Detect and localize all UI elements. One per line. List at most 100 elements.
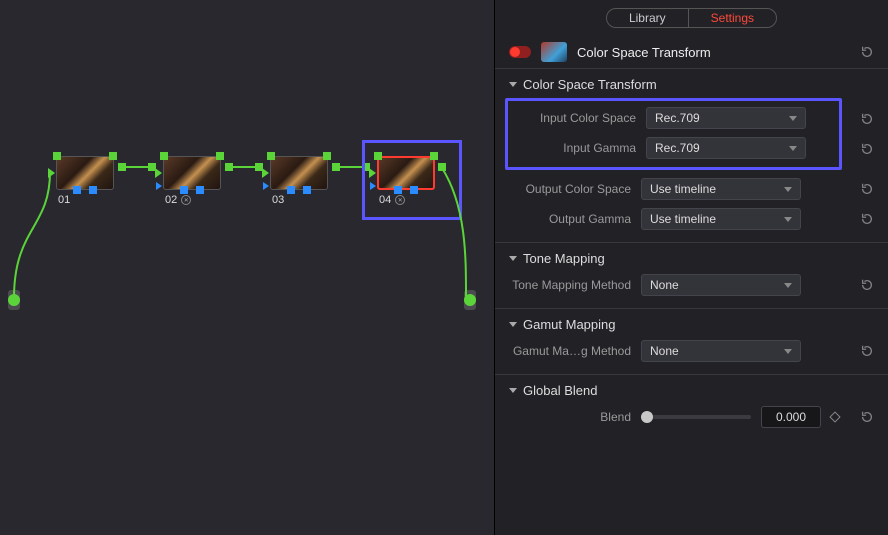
plugin-enable-toggle[interactable] xyxy=(509,46,531,58)
port-out[interactable] xyxy=(438,163,446,171)
blend-reset-icon[interactable] xyxy=(860,410,874,424)
chevron-down-icon xyxy=(509,82,517,87)
tri-port[interactable] xyxy=(156,182,162,190)
tri-port[interactable] xyxy=(155,168,162,178)
chevron-down-icon xyxy=(784,283,792,288)
blend-slider-knob[interactable] xyxy=(641,411,653,423)
input-cs-label: Input Color Space xyxy=(514,111,636,125)
output-cs-value: Use timeline xyxy=(650,182,716,196)
tone-method-value: None xyxy=(650,278,679,292)
tri-port[interactable] xyxy=(369,168,376,178)
plugin-name: Color Space Transform xyxy=(577,45,850,60)
node-03-thumb[interactable] xyxy=(270,156,328,190)
edge xyxy=(233,166,255,168)
section-tone-title: Tone Mapping xyxy=(523,251,605,266)
input-gamma-dropdown[interactable]: Rec.709 xyxy=(646,137,806,159)
chevron-down-icon xyxy=(789,146,797,151)
port[interactable] xyxy=(323,152,331,160)
port[interactable] xyxy=(73,186,81,194)
node-03-label: 03 xyxy=(272,194,284,206)
port[interactable] xyxy=(160,152,168,160)
port[interactable] xyxy=(267,152,275,160)
graph-input-port[interactable] xyxy=(8,294,20,306)
tab-settings[interactable]: Settings xyxy=(688,9,776,27)
node-02-label: 02 xyxy=(165,194,177,206)
section-cst-header[interactable]: Color Space Transform xyxy=(509,77,874,92)
port-out[interactable] xyxy=(225,163,233,171)
port[interactable] xyxy=(410,186,418,194)
node-04-label: 04 xyxy=(379,194,391,206)
section-blend-header[interactable]: Global Blend xyxy=(509,383,874,398)
node-01-thumb[interactable] xyxy=(56,156,114,190)
node-01-input-port[interactable] xyxy=(48,168,55,178)
node-04[interactable]: 04 ✕ xyxy=(377,156,439,206)
plugin-reset-icon[interactable] xyxy=(860,45,874,59)
blend-slider[interactable] xyxy=(641,415,751,419)
chevron-down-icon xyxy=(789,116,797,121)
port-out[interactable] xyxy=(118,163,126,171)
chevron-down-icon xyxy=(509,322,517,327)
blend-keyframe-icon[interactable] xyxy=(829,411,840,422)
gamut-method-label: Gamut Ma…g Method xyxy=(509,344,631,358)
port[interactable] xyxy=(53,152,61,160)
tab-library[interactable]: Library xyxy=(607,9,688,27)
section-gamut-header[interactable]: Gamut Mapping xyxy=(509,317,874,332)
gamut-method-reset-icon[interactable] xyxy=(860,344,874,358)
node-04-fx-icon: ✕ xyxy=(395,195,405,205)
port[interactable] xyxy=(374,152,382,160)
node-01[interactable]: 01 xyxy=(56,156,118,206)
blend-value[interactable]: 0.000 xyxy=(761,406,821,428)
node-03[interactable]: 03 xyxy=(270,156,332,206)
node-02-thumb[interactable] xyxy=(163,156,221,190)
input-cs-value: Rec.709 xyxy=(655,111,700,125)
section-blend-title: Global Blend xyxy=(523,383,597,398)
output-gamma-reset-icon[interactable] xyxy=(860,212,874,226)
port[interactable] xyxy=(216,152,224,160)
port[interactable] xyxy=(287,186,295,194)
input-gamma-value: Rec.709 xyxy=(655,141,700,155)
tri-port[interactable] xyxy=(263,182,269,190)
output-gamma-label: Output Gamma xyxy=(509,212,631,226)
output-gamma-value: Use timeline xyxy=(650,212,716,226)
edge xyxy=(340,166,362,168)
output-cs-reset-icon[interactable] xyxy=(860,182,874,196)
section-tone-header[interactable]: Tone Mapping xyxy=(509,251,874,266)
tri-port[interactable] xyxy=(262,168,269,178)
input-cs-reset-icon[interactable] xyxy=(860,112,874,126)
tone-method-dropdown[interactable]: None xyxy=(641,274,801,296)
port[interactable] xyxy=(109,152,117,160)
port[interactable] xyxy=(89,186,97,194)
tone-method-reset-icon[interactable] xyxy=(860,278,874,292)
chevron-down-icon xyxy=(509,256,517,261)
output-gamma-dropdown[interactable]: Use timeline xyxy=(641,208,801,230)
node-02[interactable]: 02 ✕ xyxy=(163,156,225,206)
graph-output-port[interactable] xyxy=(464,294,476,306)
port[interactable] xyxy=(196,186,204,194)
input-gamma-label: Input Gamma xyxy=(514,141,636,155)
input-cs-dropdown[interactable]: Rec.709 xyxy=(646,107,806,129)
output-cs-label: Output Color Space xyxy=(509,182,631,196)
node-graph[interactable]: 01 02 ✕ xyxy=(0,0,495,535)
chevron-down-icon xyxy=(784,349,792,354)
node-04-thumb[interactable] xyxy=(377,156,435,190)
input-highlight: Input Color Space Rec.709 Input Gamma Re… xyxy=(505,98,842,170)
chevron-down-icon xyxy=(784,187,792,192)
port-out[interactable] xyxy=(332,163,340,171)
gamut-method-value: None xyxy=(650,344,679,358)
port[interactable] xyxy=(394,186,402,194)
section-cst-title: Color Space Transform xyxy=(523,77,657,92)
port[interactable] xyxy=(180,186,188,194)
plugin-thumb xyxy=(541,42,567,62)
port[interactable] xyxy=(303,186,311,194)
output-cs-dropdown[interactable]: Use timeline xyxy=(641,178,801,200)
gamut-method-dropdown[interactable]: None xyxy=(641,340,801,362)
tab-bar: Library Settings xyxy=(495,0,888,36)
inspector-panel: Library Settings Color Space Transform C… xyxy=(495,0,888,535)
edge xyxy=(126,166,148,168)
input-gamma-reset-icon[interactable] xyxy=(860,142,874,156)
tri-port[interactable] xyxy=(370,182,376,190)
port[interactable] xyxy=(430,152,438,160)
tone-method-label: Tone Mapping Method xyxy=(509,278,631,292)
blend-label: Blend xyxy=(509,410,631,424)
section-gamut-title: Gamut Mapping xyxy=(523,317,616,332)
